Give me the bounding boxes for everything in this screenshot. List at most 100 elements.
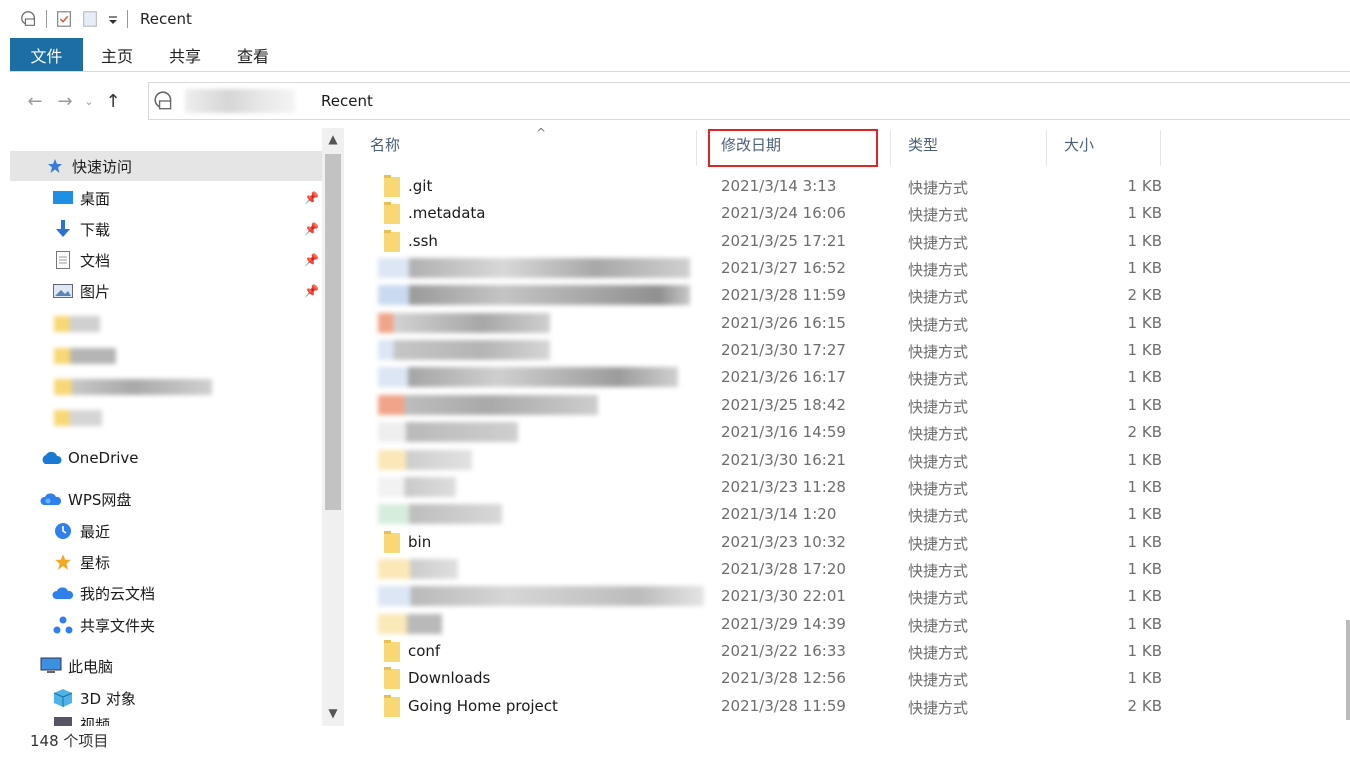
- file-row[interactable]: Going Home project 2021/3/28 11:59 快捷方式 2 K…: [356, 694, 1176, 721]
- recent-places-icon[interactable]: [20, 9, 38, 29]
- file-size: 2 KB: [1127, 423, 1162, 442]
- tab-view[interactable]: 查看: [219, 38, 287, 71]
- file-row[interactable]: .metadata 2021/3/24 16:06 快捷方式 1 KB: [356, 201, 1176, 228]
- picture-icon: [52, 281, 74, 301]
- file-row[interactable]: conf 2021/3/22 16:33 快捷方式 1 KB: [356, 639, 1176, 666]
- file-size: 1 KB: [1127, 641, 1162, 660]
- scroll-up-icon[interactable]: ▲: [322, 132, 344, 146]
- nav-my-cloud-docs[interactable]: 我的云文档: [10, 578, 155, 608]
- share-network-icon: [52, 615, 74, 635]
- file-row[interactable]: .git 2021/3/14 3:13 快捷方式 1 KB: [356, 174, 1176, 201]
- file-row[interactable]: 2021/3/26 16:17 快捷方式 1 KB: [356, 365, 1176, 392]
- file-row[interactable]: 2021/3/30 22:01 快捷方式 1 KB: [356, 584, 1176, 611]
- nav-label: OneDrive: [68, 449, 139, 467]
- toolbar-separator: [46, 10, 47, 28]
- file-row[interactable]: 2021/3/16 14:59 快捷方式 2 KB: [356, 420, 1176, 447]
- nav-downloads[interactable]: 下载: [10, 214, 110, 244]
- blurred-nav-item[interactable]: [54, 410, 102, 426]
- nav-documents[interactable]: 文档: [10, 245, 110, 275]
- tab-home[interactable]: 主页: [83, 38, 151, 71]
- blurred-nav-item[interactable]: [54, 316, 100, 332]
- file-row[interactable]: 2021/3/26 16:15 快捷方式 1 KB: [356, 311, 1176, 338]
- address-path: Recent: [321, 92, 373, 110]
- properties-icon[interactable]: [55, 9, 73, 29]
- column-divider[interactable]: [1160, 130, 1161, 166]
- back-arrow-icon[interactable]: ←: [20, 91, 50, 112]
- nav-label: 星标: [80, 553, 111, 572]
- file-row[interactable]: 2021/3/14 1:20 快捷方式 1 KB: [356, 502, 1176, 529]
- blurred-file-name: [378, 285, 690, 306]
- nav-label: 共享文件夹: [80, 616, 156, 635]
- cloud-icon: [40, 448, 62, 468]
- pin-icon[interactable]: 📌: [304, 191, 319, 207]
- nav-pictures[interactable]: 图片: [10, 276, 110, 306]
- file-date: 2021/3/28 11:59: [721, 696, 846, 715]
- column-header-size[interactable]: 大小: [1064, 122, 1094, 166]
- file-date: 2021/3/14 1:20: [721, 505, 837, 524]
- blurred-breadcrumb: [185, 89, 295, 113]
- new-folder-icon[interactable]: [81, 9, 99, 29]
- nav-quick-access[interactable]: 快速访问: [10, 151, 322, 181]
- nav-this-pc[interactable]: 此电脑: [10, 651, 113, 681]
- file-type: 快捷方式: [908, 534, 969, 553]
- nav-wps-cloud[interactable]: WPS网盘: [10, 484, 131, 514]
- blurred-nav-item[interactable]: [54, 379, 212, 395]
- list-scrollbar[interactable]: [1346, 620, 1350, 720]
- scroll-down-icon[interactable]: ▼: [322, 706, 344, 720]
- file-row[interactable]: 2021/3/27 16:52 快捷方式 1 KB: [356, 256, 1176, 283]
- folder-icon: [384, 530, 400, 553]
- scrollbar-thumb[interactable]: [325, 154, 341, 510]
- column-header-type[interactable]: 类型: [908, 122, 938, 166]
- nav-label: 快速访问: [72, 157, 133, 176]
- column-header-name[interactable]: 名称: [370, 122, 400, 166]
- nav-recent[interactable]: 最近: [10, 516, 110, 546]
- forward-arrow-icon[interactable]: →: [50, 91, 80, 112]
- file-row[interactable]: 2021/3/29 14:39 快捷方式 1 KB: [356, 612, 1176, 639]
- column-divider[interactable]: [696, 130, 697, 166]
- file-size: 1 KB: [1127, 259, 1162, 278]
- address-bar[interactable]: Recent: [148, 82, 1350, 120]
- blurred-file-name: [378, 504, 502, 525]
- nav-label: WPS网盘: [68, 490, 132, 509]
- nav-starred[interactable]: 星标: [10, 547, 110, 577]
- file-date: 2021/3/14 3:13: [721, 177, 837, 195]
- blurred-nav-item[interactable]: [54, 348, 116, 364]
- file-type: 快捷方式: [908, 233, 969, 252]
- tab-share[interactable]: 共享: [151, 38, 219, 71]
- nav-videos[interactable]: 视频: [10, 714, 110, 726]
- blurred-file-name: [378, 586, 704, 607]
- file-row[interactable]: Downloads 2021/3/28 12:56 快捷方式 1 KB: [356, 666, 1176, 693]
- file-row[interactable]: 2021/3/30 16:21 快捷方式 1 KB: [356, 448, 1176, 475]
- nav-label: 此电脑: [68, 657, 114, 676]
- pin-icon[interactable]: 📌: [304, 284, 319, 300]
- pin-icon[interactable]: 📌: [304, 253, 319, 269]
- nav-shared-folder[interactable]: 共享文件夹: [10, 610, 155, 640]
- file-row[interactable]: bin 2021/3/23 10:32 快捷方式 1 KB: [356, 530, 1176, 557]
- nav-desktop[interactable]: 桌面: [10, 183, 110, 213]
- up-arrow-icon[interactable]: ↑: [98, 91, 128, 112]
- nav-onedrive[interactable]: OneDrive: [10, 443, 139, 473]
- navigation-pane: 快速访问 桌面 📌 下载 📌 文档 📌 图片 📌 OneDrive WPS网盘 …: [10, 128, 322, 726]
- column-divider[interactable]: [890, 130, 891, 166]
- download-arrow-icon: [52, 219, 74, 239]
- recent-locations-chevron-icon[interactable]: ⌄: [80, 95, 98, 108]
- file-type: 快捷方式: [908, 452, 969, 471]
- file-row[interactable]: 2021/3/30 17:27 快捷方式 1 KB: [356, 338, 1176, 365]
- column-header-date[interactable]: 修改日期: [721, 122, 781, 166]
- customize-dropdown-icon[interactable]: [107, 9, 119, 29]
- tab-file[interactable]: 文件: [10, 38, 83, 71]
- file-name: conf: [408, 641, 441, 660]
- file-row[interactable]: 2021/3/28 17:20 快捷方式 1 KB: [356, 557, 1176, 584]
- file-row[interactable]: 2021/3/25 18:42 快捷方式 1 KB: [356, 393, 1176, 420]
- nav-scrollbar[interactable]: ▲ ▼: [322, 128, 344, 726]
- file-row[interactable]: .ssh 2021/3/25 17:21 快捷方式 1 KB: [356, 229, 1176, 256]
- nav-3d-objects[interactable]: 3D 对象: [10, 683, 136, 713]
- file-row[interactable]: 2021/3/28 11:59 快捷方式 2 KB: [356, 283, 1176, 310]
- file-size: 1 KB: [1127, 532, 1162, 551]
- pin-icon[interactable]: 📌: [304, 222, 319, 238]
- nav-label: 图片: [80, 282, 111, 301]
- cloud-docs-icon: [52, 583, 74, 603]
- file-row[interactable]: 2021/3/23 11:28 快捷方式 1 KB: [356, 475, 1176, 502]
- wps-cloud-icon: [40, 489, 62, 509]
- column-divider[interactable]: [1046, 130, 1047, 166]
